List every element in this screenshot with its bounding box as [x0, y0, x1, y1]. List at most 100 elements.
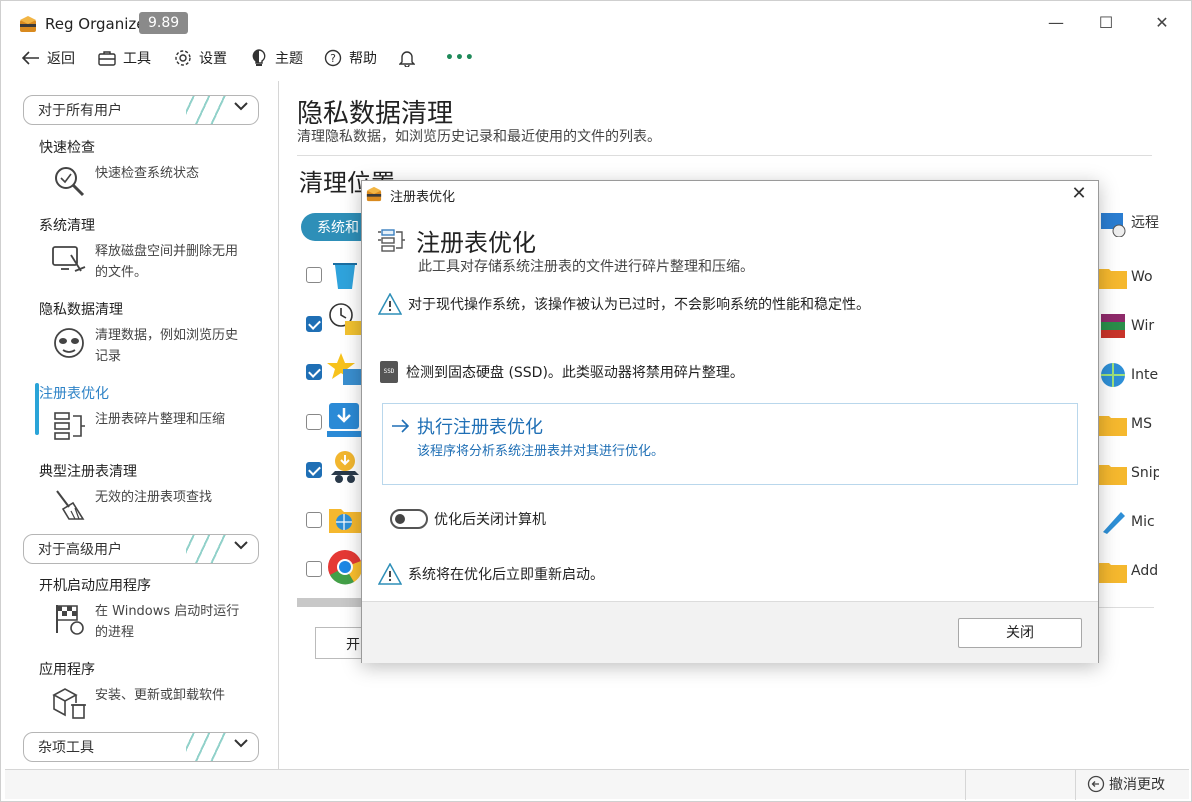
dialog-window-title: 注册表优化	[390, 190, 456, 205]
sidebar-item-desc: 注册表碎片整理和压缩	[95, 412, 226, 427]
shutdown-after-toggle[interactable]	[390, 509, 428, 529]
folder-globe-icon	[329, 509, 361, 533]
sidebar-item-desc: 清理数据，例如浏览历史记录	[95, 328, 239, 364]
decor-stripes	[186, 535, 226, 563]
folder-icon	[1099, 416, 1127, 436]
undo-changes-button[interactable]: 撤消更改	[1087, 774, 1165, 794]
dialog-close-icon[interactable]: ✕	[1068, 183, 1090, 205]
star-icon	[327, 353, 361, 385]
internet-icon	[1101, 363, 1125, 387]
sidebar-item-label: 快速检查	[39, 140, 95, 156]
close-window-button[interactable]: ✕	[1147, 11, 1177, 35]
minimize-button[interactable]: —	[1041, 11, 1071, 35]
chevron-down-icon	[234, 99, 248, 115]
more-button[interactable]: •••	[445, 47, 475, 69]
outdated-warning: 对于现代操作系统，该操作被认为已过时，不会影响系统的性能和稳定性。	[378, 293, 870, 315]
list-item-right: Wir	[1099, 312, 1159, 340]
back-button[interactable]: 返回	[21, 47, 75, 69]
group-dropdown-advanced[interactable]: 对于高级用户	[23, 534, 259, 564]
ssd-notice-text: 检测到固态硬盘 (SSD)。此类驱动器将禁用碎片整理。	[406, 365, 744, 381]
dialog-title-bar: 注册表优化 ✕	[362, 181, 1098, 209]
sidebar-item-label: 隐私数据清理	[39, 302, 123, 318]
theme-button[interactable]: 主题	[249, 47, 303, 69]
download-icon	[327, 403, 363, 437]
restart-text: 系统将在优化后立即重新启动。	[408, 567, 604, 583]
group-label: 对于所有用户	[38, 103, 122, 119]
sidebar-item-desc: 在 Windows 启动时运行的进程	[95, 604, 240, 640]
dialog-footer: 关闭	[362, 601, 1098, 663]
sidebar-item-label: 系统清理	[39, 218, 95, 234]
arrow-right-icon	[392, 419, 409, 433]
list-item-right: 远程	[1099, 209, 1159, 237]
sidebar-item-desc: 安装、更新或卸载软件	[95, 688, 226, 703]
dialog-heading: 注册表优化	[416, 229, 536, 257]
bell-icon	[397, 48, 417, 68]
app-logo-icon	[366, 186, 382, 202]
list-item-right: Snip	[1099, 459, 1159, 487]
chevron-down-icon	[234, 736, 248, 752]
maximize-button[interactable]: ☐	[1091, 11, 1121, 35]
notifications-button[interactable]	[397, 47, 417, 69]
restart-warning: 系统将在优化后立即重新启动。	[378, 563, 604, 585]
list-item-label: Add	[1131, 563, 1159, 579]
close-button[interactable]: 关闭	[958, 618, 1082, 648]
chrome-icon	[328, 550, 363, 585]
pen-icon	[1103, 512, 1125, 534]
row-checkbox[interactable]	[306, 364, 322, 380]
sidebar-item-quick-check[interactable]: 快速检查 快速检查系统状态	[39, 137, 269, 199]
list-item-label: Wir	[1131, 318, 1155, 334]
status-separator	[1075, 770, 1076, 800]
row-checkbox[interactable]	[306, 512, 322, 528]
broom-computer-icon	[52, 246, 86, 272]
row-checkbox[interactable]	[306, 561, 322, 577]
tools-button[interactable]: 工具	[97, 47, 151, 69]
status-bar: 撤消更改	[5, 769, 1189, 800]
group-dropdown-all-users[interactable]: 对于所有用户	[23, 95, 259, 125]
list-item-right: MS	[1099, 410, 1159, 438]
help-label: 帮助	[349, 51, 377, 67]
list-item-label: Wo	[1131, 269, 1153, 285]
sidebar-item-startup-apps[interactable]: 开机启动应用程序 在 Windows 启动时运行的进程	[39, 575, 269, 643]
group-dropdown-misc[interactable]: 杂项工具	[23, 732, 259, 762]
registry-broom-icon	[56, 490, 85, 520]
warning-icon	[378, 563, 402, 585]
run-optimize-action[interactable]: 执行注册表优化 该程序将分析系统注册表并对其进行优化。	[382, 403, 1078, 485]
sidebar-item-label: 开机启动应用程序	[39, 578, 151, 594]
sidebar-item-applications[interactable]: 应用程序 安装、更新或卸载软件	[39, 659, 269, 721]
registry-optimize-dialog: 注册表优化 ✕ 注册表优化 此工具对存储系统注册表的文件进行碎片整理和压缩。 对…	[361, 180, 1099, 663]
help-button[interactable]: ? 帮助	[323, 47, 377, 69]
sidebar-item-registry-clean[interactable]: 典型注册表清理 无效的注册表项查找	[39, 461, 269, 523]
row-checkbox[interactable]	[306, 267, 322, 283]
action-desc: 该程序将分析系统注册表并对其进行优化。	[417, 444, 665, 459]
sidebar-item-registry-optimize[interactable]: 注册表优化 注册表碎片整理和压缩	[39, 383, 269, 445]
app-window: Reg Organizer 9.89 — ☐ ✕ 返回 工具 设置 主题 ? 帮…	[0, 0, 1192, 802]
list-item-label: MS	[1131, 416, 1152, 432]
list-item-right: Inte	[1099, 361, 1159, 389]
sidebar: 对于所有用户 快速检查 快速检查系统状态 系统清理 释放磁盘空间并删除无用的文件…	[9, 81, 279, 769]
start-button[interactable]: 开	[315, 627, 363, 659]
list-item-label: Mic	[1131, 514, 1155, 530]
divider	[1099, 607, 1154, 608]
decor-stripes	[186, 96, 226, 124]
sidebar-item-label: 典型注册表清理	[39, 464, 137, 480]
page-subtitle: 清理隐私数据，如浏览历史记录和最近使用的文件的列表。	[297, 129, 661, 145]
remote-desktop-icon	[1101, 213, 1126, 237]
ssd-notice: SSD 检测到固态硬盘 (SSD)。此类驱动器将禁用碎片整理。	[380, 361, 744, 383]
undo-label: 撤消更改	[1109, 777, 1165, 793]
row-checkbox[interactable]	[306, 462, 322, 478]
svg-text:?: ?	[330, 52, 336, 65]
list-item-label: 远程	[1131, 215, 1159, 231]
toggle-label: 优化后关闭计算机	[434, 512, 546, 528]
sidebar-item-system-clean[interactable]: 系统清理 释放磁盘空间并删除无用的文件。	[39, 215, 269, 283]
row-checkbox[interactable]	[306, 414, 322, 430]
theme-label: 主题	[275, 51, 303, 67]
settings-button[interactable]: 设置	[173, 47, 227, 69]
sidebar-item-privacy-clean[interactable]: 隐私数据清理 清理数据，例如浏览历史记录	[39, 299, 269, 367]
action-title: 执行注册表优化	[391, 413, 543, 439]
page-title: 隐私数据清理	[297, 99, 454, 129]
list-item-right: Add	[1099, 557, 1159, 585]
group-label: 对于高级用户	[38, 542, 122, 558]
row-checkbox[interactable]	[306, 316, 322, 332]
chevron-down-icon	[234, 538, 248, 554]
horizontal-scrollbar[interactable]	[297, 598, 363, 607]
